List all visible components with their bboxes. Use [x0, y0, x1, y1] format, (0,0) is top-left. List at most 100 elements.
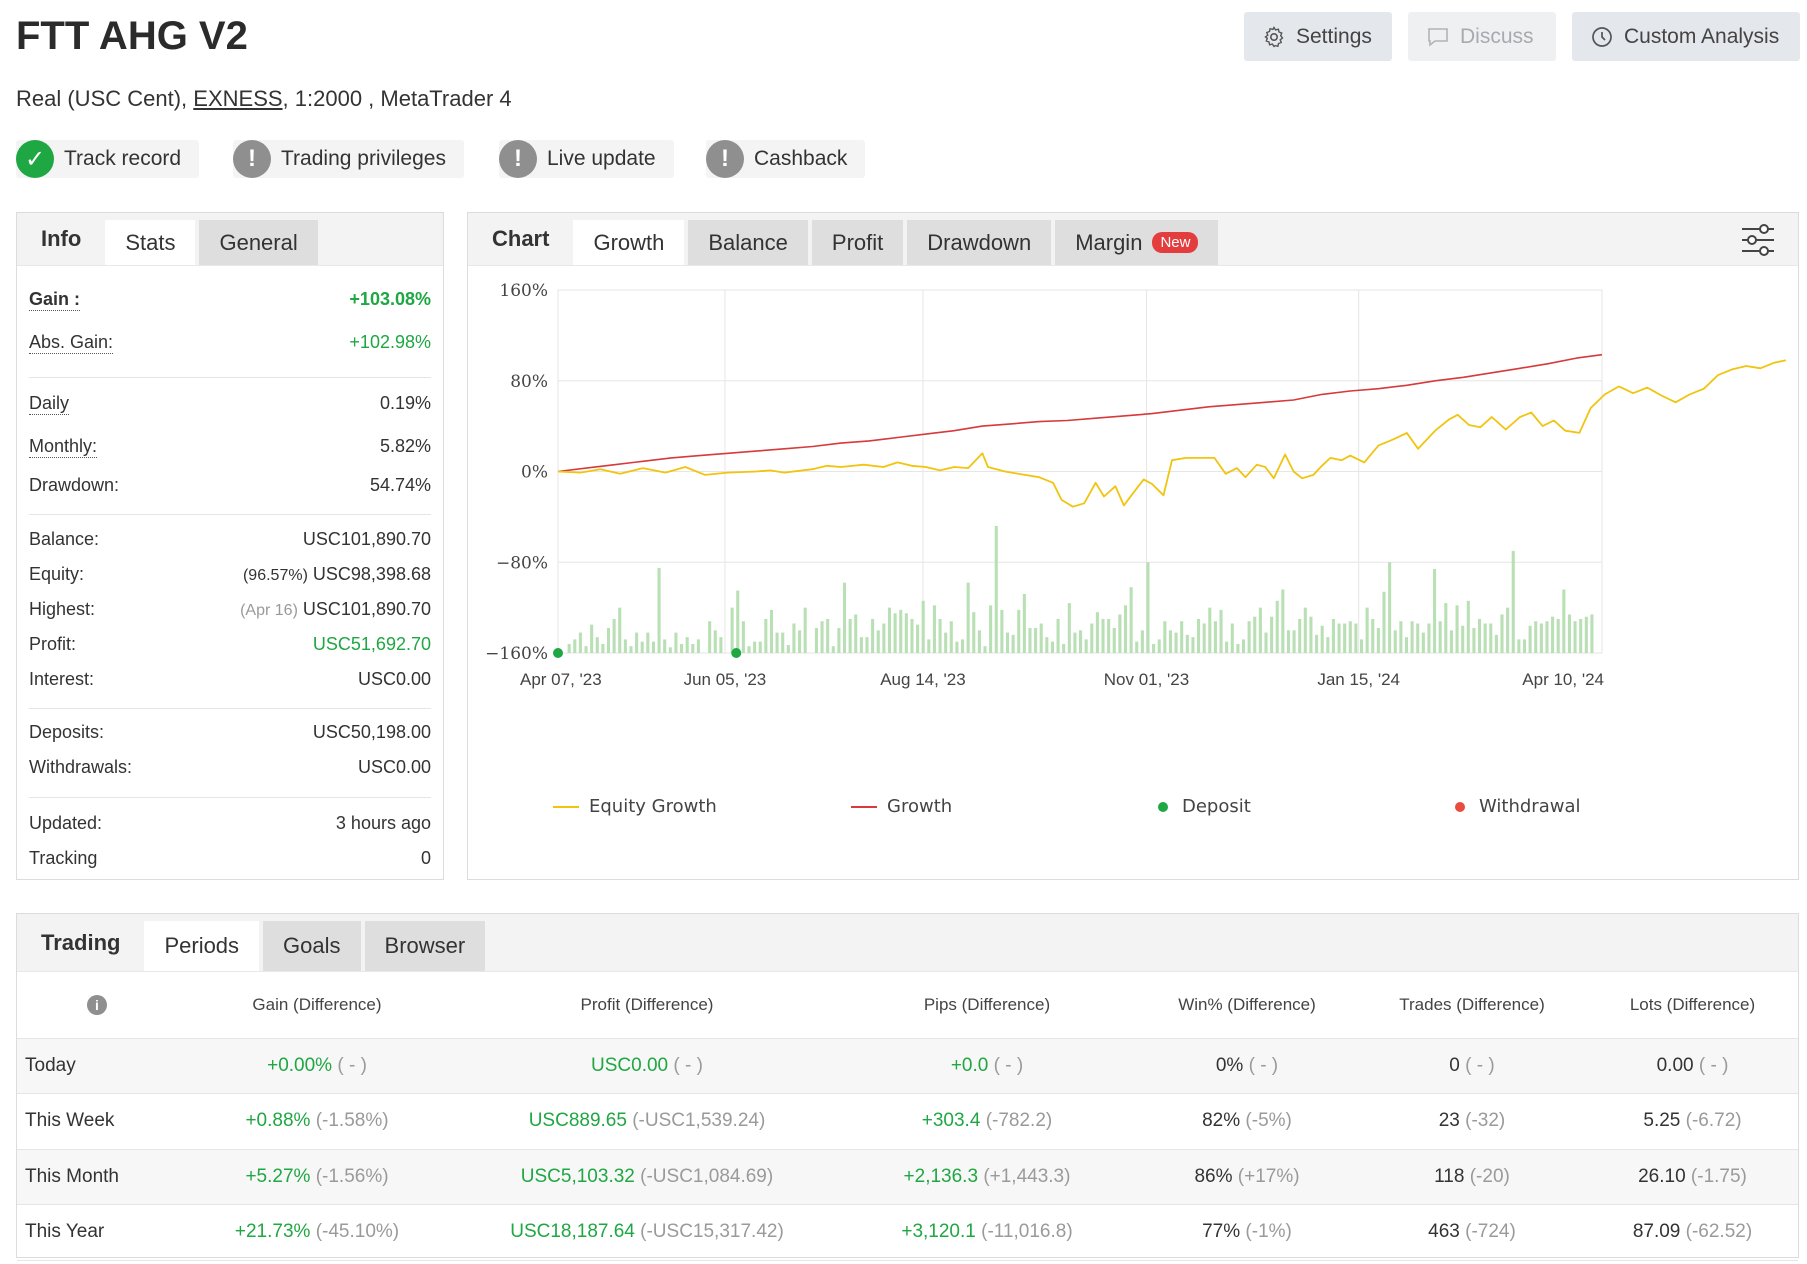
monthly-label[interactable]: Monthly:: [29, 436, 98, 458]
updated-row: Updated: 3 hours ago: [29, 813, 431, 834]
cell-lots: 87.09 (-62.52): [1587, 1204, 1798, 1261]
activity-bar: [1219, 609, 1223, 653]
activity-bar: [1079, 630, 1083, 653]
deposit-marker: [731, 648, 742, 658]
activity-bar: [1163, 621, 1167, 653]
activity-bar: [1062, 643, 1066, 653]
cell-difference: (-724): [1465, 1221, 1516, 1243]
activity-bar: [792, 623, 796, 653]
cell-pips: +2,136.3 (+1,443.3): [837, 1149, 1137, 1205]
settings-button[interactable]: Settings: [1244, 12, 1392, 61]
broker-link[interactable]: EXNESS: [193, 86, 282, 111]
activity-bar: [573, 639, 577, 653]
activity-bar: [1433, 569, 1437, 653]
activity-bar: [1326, 637, 1330, 653]
sliders-icon[interactable]: [1740, 223, 1776, 257]
cell-value: +21.73%: [234, 1221, 311, 1243]
activity-bar: [691, 643, 695, 653]
equity-value: USC98,398.68: [312, 564, 431, 584]
cell-win: 86% (+17%): [1137, 1149, 1357, 1205]
cell-difference: (-5%): [1245, 1110, 1292, 1132]
cell-value: 5.25: [1643, 1110, 1681, 1132]
activity-bar: [1472, 628, 1476, 653]
x-tick-label: Nov 01, '23: [1104, 670, 1189, 689]
tab-general[interactable]: General: [199, 220, 318, 265]
activity-bar: [606, 628, 611, 653]
cell-difference: (-1%): [1245, 1221, 1292, 1243]
abs-gain-label[interactable]: Abs. Gain:: [29, 332, 114, 354]
drawdown-row: Drawdown: 54.74%: [29, 475, 431, 496]
badge-trading-privileges[interactable]: ! Trading privileges: [233, 140, 464, 178]
daily-label[interactable]: Daily: [29, 393, 70, 415]
legend-withdrawal[interactable]: Withdrawal: [1455, 796, 1580, 817]
badge-label: Live update: [547, 147, 656, 170]
tab-goals[interactable]: Goals: [263, 921, 361, 971]
discuss-button[interactable]: Discuss: [1408, 12, 1556, 61]
activity-bar: [1118, 614, 1122, 653]
y-tick-label: 0%: [521, 463, 548, 483]
cell-value: 118: [1434, 1165, 1465, 1187]
tab-browser[interactable]: Browser: [364, 921, 486, 971]
tab-balance[interactable]: Balance: [688, 220, 808, 265]
tab-profit[interactable]: Profit: [811, 220, 904, 265]
tab-stats[interactable]: Stats: [105, 220, 196, 265]
withdrawals-row: Withdrawals: USC0.00: [29, 757, 431, 778]
activity-bar: [1123, 605, 1128, 653]
activity-bar: [994, 525, 998, 653]
balance-label: Balance:: [29, 529, 100, 549]
cell-difference: (-1.75): [1690, 1165, 1747, 1187]
legend-equity-growth[interactable]: Equity Growth: [553, 796, 717, 817]
tab-drawdown[interactable]: Drawdown: [907, 220, 1052, 265]
activity-bar: [1258, 607, 1262, 653]
activity-bar: [949, 621, 953, 653]
period-name: This Year: [17, 1204, 177, 1261]
tab-chart[interactable]: Chart: [468, 213, 573, 265]
info-icon[interactable]: i: [87, 994, 107, 1015]
badge-track-record[interactable]: ✓ Track record: [16, 140, 200, 178]
activity-bar: [938, 618, 942, 653]
legend-dot: [1158, 801, 1168, 812]
activity-bar: [882, 623, 886, 653]
highest-row: Highest: (Apr 16) USC101,890.70: [29, 599, 431, 620]
activity-bar: [831, 646, 835, 653]
drawdown-label: Drawdown:: [29, 475, 120, 495]
gain-label[interactable]: Gain :: [29, 289, 81, 311]
activity-bar: [601, 643, 605, 653]
legend-growth[interactable]: Growth: [851, 796, 952, 817]
activity-bar: [1000, 609, 1004, 653]
activity-bar: [674, 632, 678, 653]
badge-cashback[interactable]: ! Cashback: [706, 140, 866, 178]
tab-growth[interactable]: Growth: [573, 220, 685, 265]
activity-bar: [927, 639, 931, 653]
gear-icon: [1264, 25, 1284, 48]
tab-margin[interactable]: Margin New: [1055, 220, 1219, 265]
profit-label: Profit:: [29, 634, 77, 654]
cell-difference: ( - ): [1248, 1054, 1279, 1076]
activity-bar: [1590, 614, 1594, 653]
activity-bar: [1303, 607, 1307, 653]
cell-value: 0: [1449, 1054, 1460, 1076]
badge-live-update[interactable]: ! Live update: [499, 140, 674, 178]
activity-bar: [1522, 639, 1527, 653]
tab-trading[interactable]: Trading: [17, 914, 144, 971]
cell-difference: (+17%): [1237, 1165, 1300, 1187]
activity-bar: [921, 600, 925, 653]
activity-bar: [1416, 623, 1420, 653]
tab-periods[interactable]: Periods: [144, 921, 260, 971]
cell-difference: (-1.56%): [315, 1165, 389, 1187]
custom-analysis-button[interactable]: Custom Analysis: [1572, 12, 1800, 61]
activity-bar: [651, 641, 656, 653]
cell-difference: (-62.52): [1685, 1221, 1753, 1243]
legend-deposit[interactable]: Deposit: [1158, 796, 1251, 817]
activity-bar: [1264, 632, 1268, 653]
interest-value: USC0.00: [357, 669, 431, 689]
activity-bar: [764, 618, 768, 653]
activity-bar: [1174, 632, 1178, 653]
drawdown-value: 54.74%: [369, 475, 431, 495]
tab-info[interactable]: Info: [17, 213, 105, 265]
clock-icon: [1592, 26, 1612, 47]
column-header: Lots (Difference): [1587, 972, 1798, 1039]
chart-grid: [557, 289, 1603, 654]
activity-bar: [769, 609, 774, 653]
info-column: i: [17, 972, 177, 1039]
